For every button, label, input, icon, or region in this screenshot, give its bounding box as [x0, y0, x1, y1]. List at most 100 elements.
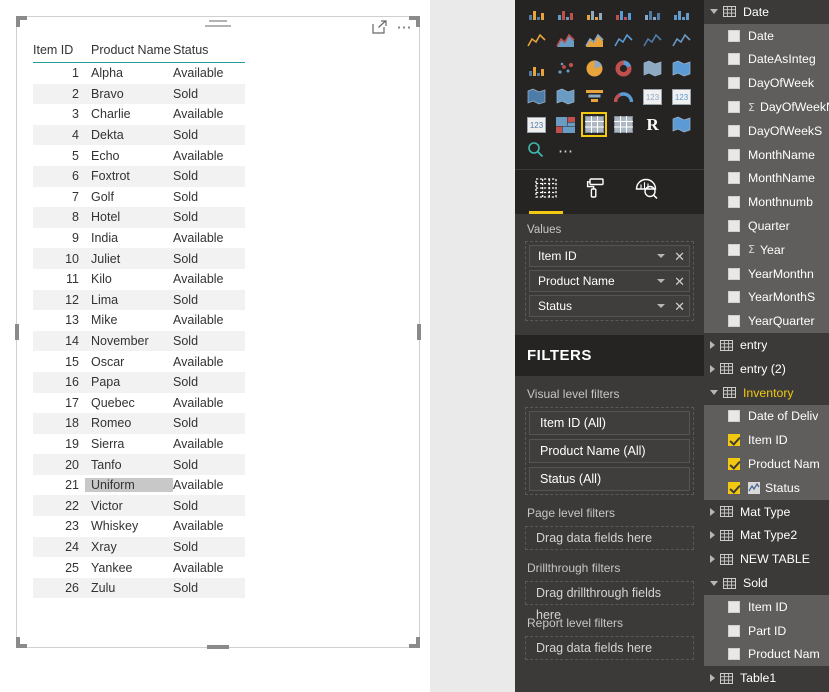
more-visuals-ellipsis[interactable]: ⋯: [558, 144, 575, 159]
field-checkbox[interactable]: [728, 172, 740, 185]
table-row[interactable]: 7 Golf Sold: [33, 187, 245, 208]
chevron-right-icon[interactable]: [710, 341, 715, 350]
resize-handle-top-right[interactable]: [409, 16, 420, 27]
fields-field-node[interactable]: Part ID: [704, 618, 829, 643]
field-checkbox[interactable]: [728, 101, 740, 114]
fields-field-node[interactable]: Status: [704, 475, 829, 500]
values-well[interactable]: Item ID ✕ Product Name ✕ Status ✕: [525, 241, 694, 321]
fields-table-node[interactable]: NEW TABLE: [704, 547, 829, 571]
fields-field-node[interactable]: Σ DayOfWeekN: [704, 95, 829, 119]
table-row[interactable]: 4 Dekta Sold: [33, 124, 245, 146]
table-row[interactable]: 23 Whiskey Available: [33, 516, 245, 537]
cell-item-id[interactable]: 16: [33, 375, 85, 389]
cell-product-name[interactable]: Mike: [85, 313, 173, 327]
fields-field-node[interactable]: MonthName: [704, 142, 829, 167]
table-row[interactable]: 22 Victor Sold: [33, 495, 245, 517]
cell-product-name[interactable]: Hotel: [85, 210, 173, 224]
fields-field-node[interactable]: Item ID: [704, 428, 829, 453]
visual-drag-handle[interactable]: [205, 20, 231, 30]
resize-handle-top-left[interactable]: [16, 16, 27, 27]
table-row[interactable]: 21 Uniform Available: [33, 475, 245, 496]
funnel-chart-icon[interactable]: [581, 84, 607, 109]
cell-product-name[interactable]: Golf: [85, 190, 173, 204]
cell-product-name[interactable]: Bravo: [85, 87, 173, 101]
cell-status[interactable]: Sold: [173, 169, 245, 183]
cell-item-id[interactable]: 23: [33, 519, 85, 533]
fields-table-node[interactable]: Mat Type: [704, 500, 829, 524]
filter-chip[interactable]: Status (All): [529, 467, 690, 491]
table-row[interactable]: 3 Charlie Available: [33, 104, 245, 125]
cell-item-id[interactable]: 17: [33, 396, 85, 410]
cell-status[interactable]: Sold: [173, 416, 245, 430]
filter-dropzone[interactable]: Drag data fields here: [525, 526, 694, 550]
cell-product-name[interactable]: Sierra: [85, 437, 173, 451]
cell-item-id[interactable]: 18: [33, 416, 85, 430]
table-row[interactable]: 2 Bravo Sold: [33, 83, 245, 105]
column-header-product-name[interactable]: Product Name: [85, 43, 173, 57]
cell-product-name[interactable]: Tanfo: [85, 458, 173, 472]
field-checkbox[interactable]: [728, 458, 740, 471]
cell-product-name[interactable]: Victor: [85, 499, 173, 513]
values-field-chip[interactable]: Status ✕: [529, 295, 690, 317]
cell-item-id[interactable]: 19: [33, 437, 85, 451]
cell-status[interactable]: Sold: [173, 581, 245, 595]
fields-table-node[interactable]: Table1: [704, 666, 829, 690]
values-field-chip[interactable]: Item ID ✕: [529, 245, 690, 267]
cell-status[interactable]: Sold: [173, 252, 245, 266]
clustered-column-chart-icon[interactable]: [610, 0, 636, 25]
chevron-right-icon[interactable]: [710, 364, 715, 373]
resize-handle-right[interactable]: [417, 324, 421, 340]
table-row[interactable]: 9 India Available: [33, 228, 245, 249]
chevron-right-icon[interactable]: [710, 555, 715, 564]
cell-product-name[interactable]: Romeo: [85, 416, 173, 430]
cell-status[interactable]: Sold: [173, 334, 245, 348]
chevron-down-icon[interactable]: [710, 580, 718, 586]
field-checkbox[interactable]: [728, 481, 740, 494]
cell-status[interactable]: Sold: [173, 458, 245, 472]
search-icon[interactable]: [527, 141, 544, 163]
field-checkbox[interactable]: [728, 29, 740, 42]
field-checkbox[interactable]: [728, 291, 740, 304]
cell-product-name[interactable]: Yankee: [85, 561, 173, 575]
cell-product-name[interactable]: Lima: [85, 293, 173, 307]
line-stacked-column-icon[interactable]: [610, 28, 636, 53]
table-row[interactable]: 19 Sierra Available: [33, 434, 245, 455]
cell-status[interactable]: Available: [173, 66, 245, 80]
field-checkbox[interactable]: [728, 410, 740, 423]
cell-status[interactable]: Available: [173, 107, 245, 121]
table-row[interactable]: 18 Romeo Sold: [33, 413, 245, 434]
resize-handle-left[interactable]: [15, 324, 19, 340]
cell-product-name[interactable]: Zulu: [85, 581, 173, 595]
fields-table-node[interactable]: Date: [704, 0, 829, 24]
hundred-percent-stacked-bar-icon[interactable]: [640, 0, 666, 25]
cell-item-id[interactable]: 9: [33, 231, 85, 245]
cell-item-id[interactable]: 3: [33, 107, 85, 121]
line-clustered-column-icon[interactable]: [640, 28, 666, 53]
fields-field-node[interactable]: DayOfWeek: [704, 71, 829, 96]
cell-product-name[interactable]: Papa: [85, 375, 173, 389]
fields-tab[interactable]: [529, 174, 563, 214]
chevron-right-icon[interactable]: [710, 507, 715, 516]
kpi-icon[interactable]: 123: [523, 112, 549, 137]
table-row[interactable]: 20 Tanfo Sold: [33, 454, 245, 475]
field-checkbox[interactable]: [728, 600, 740, 613]
cell-status[interactable]: Available: [173, 561, 245, 575]
table-row[interactable]: 24 Xray Sold: [33, 536, 245, 558]
filter-dropzone[interactable]: Drag drillthrough fields here: [525, 581, 694, 622]
column-header-status[interactable]: Status: [173, 43, 245, 57]
cell-status[interactable]: Available: [173, 272, 245, 286]
field-checkbox[interactable]: [728, 220, 740, 233]
hundred-percent-stacked-column-icon[interactable]: [669, 0, 695, 25]
cell-status[interactable]: Available: [173, 478, 245, 492]
table-icon[interactable]: [581, 112, 608, 137]
fields-table-node[interactable]: entry (2): [704, 357, 829, 381]
fields-table-node[interactable]: Mat Type2: [704, 524, 829, 548]
filter-dropzone[interactable]: Drag data fields here: [525, 636, 694, 660]
field-checkbox[interactable]: [728, 124, 740, 137]
table-row[interactable]: 16 Papa Sold: [33, 371, 245, 393]
chevron-down-icon[interactable]: [710, 9, 718, 15]
table-row[interactable]: 10 Juliet Sold: [33, 248, 245, 269]
fields-table-node[interactable]: entry: [704, 333, 829, 357]
report-canvas[interactable]: ⋯ Item ID Product Name Status 1 Alpha Avai…: [0, 0, 515, 692]
cell-product-name[interactable]: India: [85, 231, 173, 245]
